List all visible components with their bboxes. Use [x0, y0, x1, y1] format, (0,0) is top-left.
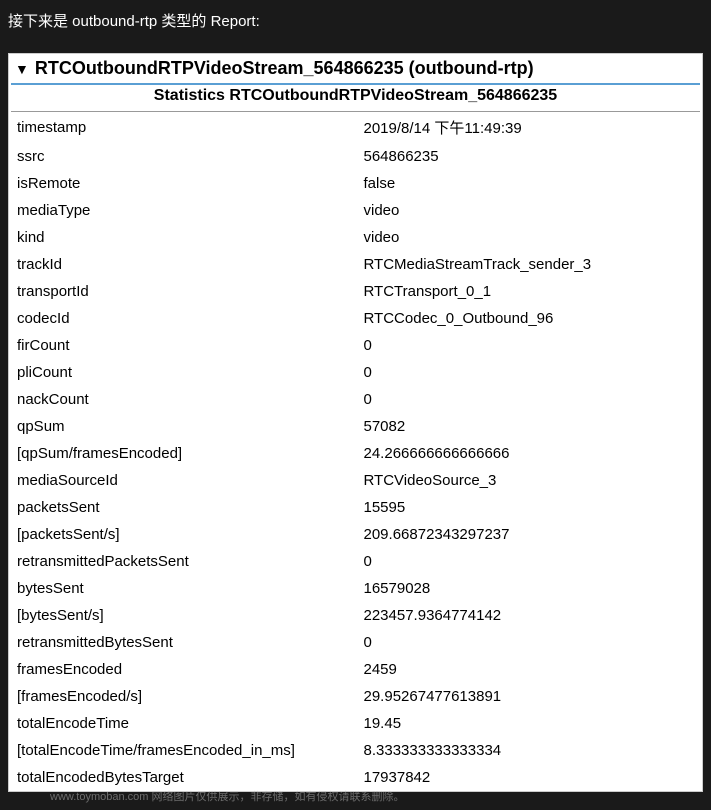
- table-row: nackCount0: [9, 386, 702, 413]
- stat-value: 17937842: [356, 764, 703, 791]
- table-row: [totalEncodeTime/framesEncoded_in_ms]8.3…: [9, 737, 702, 764]
- stat-value: 0: [356, 386, 703, 413]
- panel-header[interactable]: ▼ RTCOutboundRTPVideoStream_564866235 (o…: [9, 54, 702, 83]
- stat-key: codecId: [9, 305, 356, 332]
- stat-value: video: [356, 224, 703, 251]
- table-row: [framesEncoded/s]29.95267477613891: [9, 683, 702, 710]
- table-row: packetsSent15595: [9, 494, 702, 521]
- stat-key: [totalEncodeTime/framesEncoded_in_ms]: [9, 737, 356, 764]
- stat-value: RTCVideoSource_3: [356, 467, 703, 494]
- stat-key: nackCount: [9, 386, 356, 413]
- stat-value: 19.45: [356, 710, 703, 737]
- table-row: isRemotefalse: [9, 170, 702, 197]
- stat-value: 209.66872343297237: [356, 521, 703, 548]
- stat-value: 8.333333333333334: [356, 737, 703, 764]
- table-row: retransmittedPacketsSent0: [9, 548, 702, 575]
- stat-value: 0: [356, 332, 703, 359]
- table-row: transportIdRTCTransport_0_1: [9, 278, 702, 305]
- table-row: codecIdRTCCodec_0_Outbound_96: [9, 305, 702, 332]
- stat-key: kind: [9, 224, 356, 251]
- stat-value: 15595: [356, 494, 703, 521]
- table-row: totalEncodedBytesTarget17937842: [9, 764, 702, 791]
- stat-value: RTCMediaStreamTrack_sender_3: [356, 251, 703, 278]
- table-row: kindvideo: [9, 224, 702, 251]
- table-row: framesEncoded2459: [9, 656, 702, 683]
- stat-key: pliCount: [9, 359, 356, 386]
- table-row: qpSum57082: [9, 413, 702, 440]
- stat-value: video: [356, 197, 703, 224]
- stat-value: RTCCodec_0_Outbound_96: [356, 305, 703, 332]
- stat-key: mediaType: [9, 197, 356, 224]
- stat-key: mediaSourceId: [9, 467, 356, 494]
- stat-key: timestamp: [9, 112, 356, 143]
- stat-key: [framesEncoded/s]: [9, 683, 356, 710]
- stats-table: timestamp2019/8/14 下午11:49:39ssrc5648662…: [9, 112, 702, 791]
- table-row: ssrc564866235: [9, 143, 702, 170]
- watermark-text: www.toymoban.com 网络图片仅供展示，非存储，如有侵权请联系删除。: [50, 788, 404, 804]
- table-row: retransmittedBytesSent0: [9, 629, 702, 656]
- table-row: trackIdRTCMediaStreamTrack_sender_3: [9, 251, 702, 278]
- stat-value: 0: [356, 359, 703, 386]
- table-row: [bytesSent/s]223457.9364774142: [9, 602, 702, 629]
- stat-key: transportId: [9, 278, 356, 305]
- stat-value: 223457.9364774142: [356, 602, 703, 629]
- stat-key: totalEncodeTime: [9, 710, 356, 737]
- table-row: timestamp2019/8/14 下午11:49:39: [9, 112, 702, 143]
- table-row: bytesSent16579028: [9, 575, 702, 602]
- stat-key: bytesSent: [9, 575, 356, 602]
- stat-value: 24.266666666666666: [356, 440, 703, 467]
- stat-value: 57082: [356, 413, 703, 440]
- stat-key: [packetsSent/s]: [9, 521, 356, 548]
- stat-value: 564866235: [356, 143, 703, 170]
- stat-value: false: [356, 170, 703, 197]
- stat-key: trackId: [9, 251, 356, 278]
- table-row: mediaSourceIdRTCVideoSource_3: [9, 467, 702, 494]
- stat-key: isRemote: [9, 170, 356, 197]
- stat-key: qpSum: [9, 413, 356, 440]
- stat-key: firCount: [9, 332, 356, 359]
- stat-value: 0: [356, 629, 703, 656]
- stat-key: ssrc: [9, 143, 356, 170]
- stat-key: [bytesSent/s]: [9, 602, 356, 629]
- stat-value: 2019/8/14 下午11:49:39: [356, 112, 703, 143]
- stat-key: [qpSum/framesEncoded]: [9, 440, 356, 467]
- stat-key: retransmittedBytesSent: [9, 629, 356, 656]
- intro-text: 接下来是 outbound-rtp 类型的 Report:: [0, 0, 711, 41]
- table-row: [qpSum/framesEncoded]24.266666666666666: [9, 440, 702, 467]
- stat-value: RTCTransport_0_1: [356, 278, 703, 305]
- table-row: totalEncodeTime19.45: [9, 710, 702, 737]
- collapse-triangle-icon: ▼: [15, 61, 29, 77]
- stat-key: totalEncodedBytesTarget: [9, 764, 356, 791]
- stat-key: packetsSent: [9, 494, 356, 521]
- stat-value: 0: [356, 548, 703, 575]
- table-row: mediaTypevideo: [9, 197, 702, 224]
- stats-panel: ▼ RTCOutboundRTPVideoStream_564866235 (o…: [8, 53, 703, 792]
- panel-title: RTCOutboundRTPVideoStream_564866235 (out…: [35, 58, 534, 79]
- stat-key: framesEncoded: [9, 656, 356, 683]
- stat-value: 29.95267477613891: [356, 683, 703, 710]
- stat-value: 2459: [356, 656, 703, 683]
- table-row: [packetsSent/s]209.66872343297237: [9, 521, 702, 548]
- table-row: pliCount0: [9, 359, 702, 386]
- table-row: firCount0: [9, 332, 702, 359]
- panel-subtitle: Statistics RTCOutboundRTPVideoStream_564…: [11, 83, 700, 112]
- stat-key: retransmittedPacketsSent: [9, 548, 356, 575]
- stat-value: 16579028: [356, 575, 703, 602]
